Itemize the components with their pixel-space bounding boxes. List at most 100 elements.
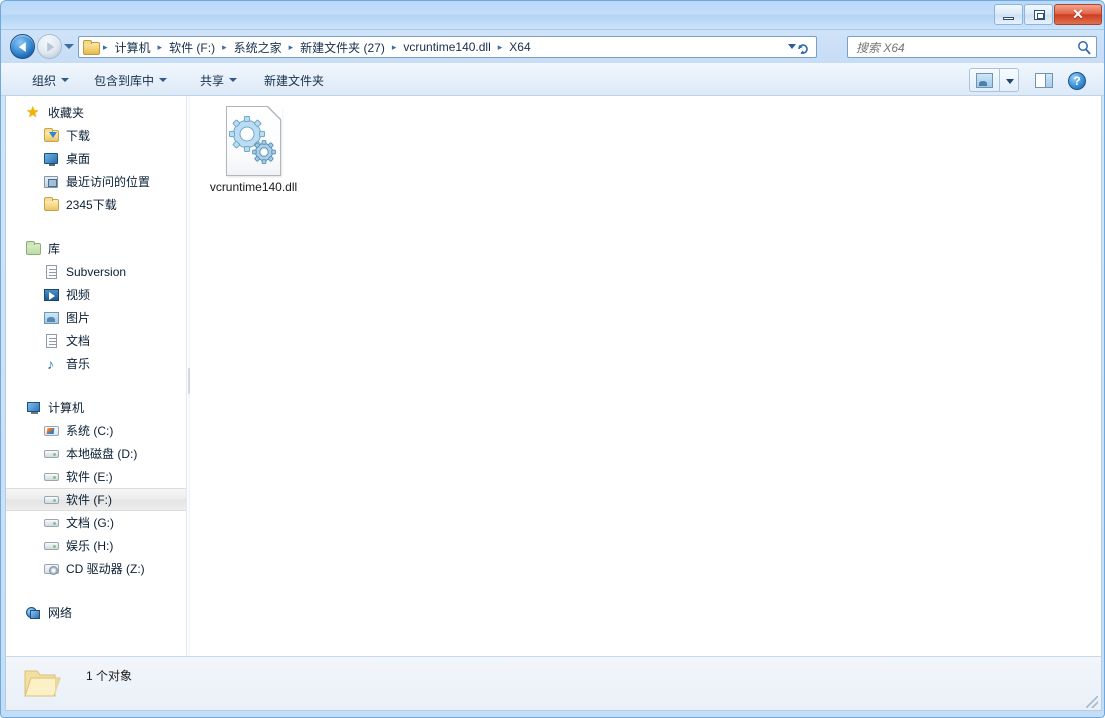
recent-pages-dropdown-icon[interactable]	[64, 44, 74, 49]
search-icon[interactable]	[1077, 40, 1091, 55]
search-input[interactable]	[854, 39, 1064, 56]
network-icon	[26, 605, 42, 621]
refresh-icon[interactable]	[795, 42, 811, 56]
sidebar-item-recent-places[interactable]: 最近访问的位置	[6, 170, 186, 193]
sidebar-item-cd-drive-z[interactable]: CD 驱动器 (Z:)	[6, 557, 186, 580]
sidebar-label: 网络	[48, 606, 73, 620]
forward-button[interactable]	[37, 34, 62, 59]
title-bar: ✕	[1, 1, 1104, 30]
change-view-dropdown[interactable]	[999, 68, 1019, 92]
library-icon	[26, 240, 42, 257]
sidebar-item-2345download[interactable]: 2345下载	[6, 193, 186, 216]
arrow-right-icon	[46, 41, 54, 52]
sidebar-label: 图片	[66, 311, 91, 325]
file-name-label: vcruntime140.dll	[209, 180, 298, 194]
breadcrumb-separator[interactable]: ▸	[389, 42, 400, 52]
breadcrumb-item-xitongzhijia[interactable]: 系统之家	[230, 37, 286, 57]
pane-splitter[interactable]	[186, 96, 190, 656]
address-bar[interactable]: ▸ 计算机 ▸ 软件 (F:) ▸ 系统之家 ▸ 新建文件夹 (27) ▸ vc…	[78, 36, 817, 58]
sidebar-item-libraries[interactable]: 库	[6, 237, 186, 260]
chevron-down-icon	[61, 78, 70, 82]
maximize-restore-button[interactable]	[1024, 3, 1053, 25]
resize-grip[interactable]	[1086, 696, 1098, 708]
view-icon	[976, 73, 993, 88]
sidebar-item-drive-d[interactable]: 本地磁盘 (D:)	[6, 442, 186, 465]
sidebar-item-desktop[interactable]: 桌面	[6, 147, 186, 170]
sidebar-label: 软件 (E:)	[66, 470, 113, 484]
include-in-library-button[interactable]: 包含到库中	[87, 69, 174, 91]
chevron-down-icon	[1006, 79, 1014, 84]
organize-label: 组织	[32, 73, 57, 88]
new-folder-button[interactable]: 新建文件夹	[257, 69, 331, 91]
sidebar-item-drive-g[interactable]: 文档 (G:)	[6, 511, 186, 534]
splitter-grip	[188, 368, 190, 394]
folder-download-icon	[44, 127, 60, 144]
help-button[interactable]: ?	[1064, 68, 1088, 92]
share-label: 共享	[200, 73, 225, 88]
breadcrumb-item-x64[interactable]: X64	[505, 38, 534, 56]
breadcrumb-separator[interactable]: ▸	[219, 42, 230, 52]
sidebar-item-drive-c[interactable]: 系统 (C:)	[6, 419, 186, 442]
dll-gear-icon	[226, 105, 282, 176]
folder-icon	[44, 196, 60, 213]
sidebar-label: 文档	[66, 334, 91, 348]
search-box[interactable]	[847, 36, 1097, 58]
preview-pane-button[interactable]	[1030, 68, 1056, 92]
sidebar-label: 2345下载	[66, 198, 117, 212]
breadcrumb-separator[interactable]: ▸	[100, 42, 111, 52]
sidebar-item-documents[interactable]: 文档	[6, 329, 186, 352]
sidebar-item-drive-f[interactable]: 软件 (F:)	[6, 488, 186, 511]
breadcrumb-item-newfolder[interactable]: 新建文件夹 (27)	[296, 37, 389, 57]
breadcrumb-separator[interactable]: ▸	[286, 42, 297, 52]
sidebar-item-drive-e[interactable]: 软件 (E:)	[6, 465, 186, 488]
music-icon: ♪	[47, 355, 54, 372]
minimize-icon	[1003, 16, 1014, 20]
organize-button[interactable]: 组织	[25, 69, 76, 91]
sidebar-group-favorites: ★ 收藏夹 下载 桌面 最近访问的位置 2345下载	[6, 101, 186, 216]
refresh-glyph	[798, 44, 808, 54]
sidebar-item-downloads[interactable]: 下载	[6, 124, 186, 147]
restore-icon	[1034, 9, 1045, 20]
preview-pane-icon	[1035, 73, 1053, 88]
sidebar-item-computer[interactable]: 计算机	[6, 396, 186, 419]
breadcrumb-item-computer[interactable]: 计算机	[111, 37, 155, 57]
sidebar-label: Subversion	[66, 264, 127, 279]
sidebar-item-music[interactable]: ♪ 音乐	[6, 352, 186, 375]
drive-icon	[44, 538, 60, 554]
video-icon	[44, 287, 60, 303]
minimize-button[interactable]	[994, 3, 1023, 25]
cd-drive-icon	[44, 561, 60, 577]
desktop-icon	[44, 151, 60, 167]
file-item-vcruntime140[interactable]: vcruntime140.dll	[201, 105, 306, 231]
chevron-down-icon	[159, 78, 168, 82]
sidebar-label: 计算机	[48, 401, 85, 415]
status-text: 1 个对象	[86, 669, 133, 683]
sidebar-label: 下载	[66, 129, 91, 143]
star-icon: ★	[26, 103, 40, 121]
breadcrumb-separator[interactable]: ▸	[495, 42, 506, 52]
drive-icon	[44, 446, 60, 462]
folder-icon	[83, 40, 100, 55]
back-button[interactable]	[10, 34, 35, 59]
sidebar-item-favorites[interactable]: ★ 收藏夹	[6, 101, 186, 124]
sidebar-label: 软件 (F:)	[66, 493, 112, 507]
sidebar-item-network[interactable]: 网络	[6, 601, 186, 624]
sidebar-label: 系统 (C:)	[66, 424, 114, 438]
sidebar-label: 视频	[66, 288, 91, 302]
sidebar-item-videos[interactable]: 视频	[6, 283, 186, 306]
share-button[interactable]: 共享	[193, 69, 244, 91]
breadcrumb-separator[interactable]: ▸	[155, 42, 166, 52]
sidebar-group-libraries: 库 Subversion 视频 图片 文档 ♪ 音乐	[6, 237, 186, 375]
sidebar-item-pictures[interactable]: 图片	[6, 306, 186, 329]
navigation-bar: ▸ 计算机 ▸ 软件 (F:) ▸ 系统之家 ▸ 新建文件夹 (27) ▸ vc…	[1, 30, 1104, 63]
breadcrumb-item-drive-f[interactable]: 软件 (F:)	[165, 37, 219, 57]
close-button[interactable]: ✕	[1054, 3, 1102, 25]
file-list-view[interactable]: vcruntime140.dll	[191, 96, 1101, 656]
folder-glyph	[24, 670, 61, 697]
system-drive-icon	[44, 423, 60, 439]
sidebar-item-drive-h[interactable]: 娱乐 (H:)	[6, 534, 186, 557]
change-view-button[interactable]	[969, 68, 999, 92]
breadcrumb-item-vcruntime[interactable]: vcruntime140.dll	[399, 38, 494, 56]
sidebar-item-subversion[interactable]: Subversion	[6, 260, 186, 283]
